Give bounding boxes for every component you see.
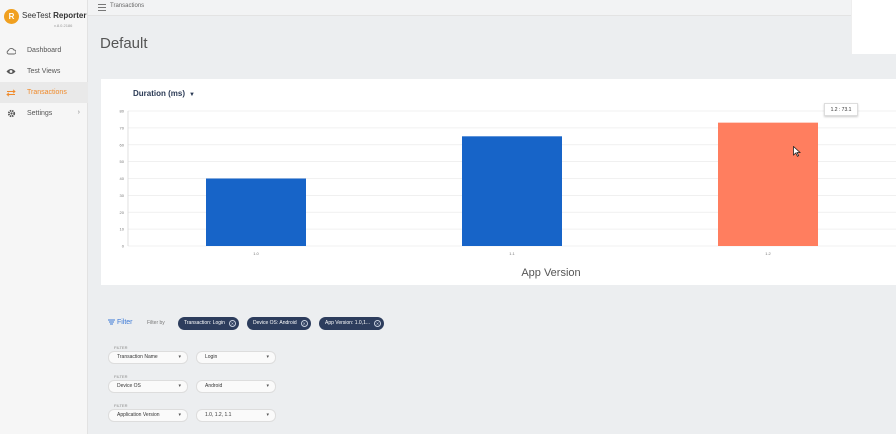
close-icon[interactable]: ✕: [228, 320, 236, 327]
y-tick-label: 40: [120, 176, 125, 181]
metric-label: Duration (ms): [133, 89, 185, 98]
y-tick-label: 0: [122, 244, 125, 249]
filter-field-select[interactable]: Device OS ▾: [108, 380, 188, 393]
breadcrumb: Transactions: [110, 3, 145, 9]
y-tick-label: 30: [120, 193, 125, 198]
y-tick-label: 20: [120, 210, 125, 215]
eye-icon: [6, 67, 16, 77]
chip-label: Transaction: Login: [184, 320, 225, 326]
mouse-cursor-icon: [793, 146, 801, 157]
sidebar-nav: Dashboard Test Views Transactions Settin…: [0, 40, 88, 124]
gear-icon: [6, 109, 16, 119]
filter-value-select[interactable]: Android ▾: [196, 380, 276, 393]
filter-field-select[interactable]: Application Version ▾: [108, 409, 188, 422]
blank-panel: [851, 0, 896, 54]
y-tick-label: 80: [120, 109, 125, 114]
y-tick-label: 70: [120, 125, 125, 130]
app-name: SeeTest Reporter: [22, 11, 86, 20]
chart-tooltip: 1.2 : 73.1: [824, 103, 858, 116]
filter-row-label: FILTER: [114, 345, 128, 350]
dropdown-caret-icon: ▾: [178, 383, 181, 389]
filter-field-select[interactable]: Transaction Name ▾: [108, 351, 188, 364]
select-value: Android: [205, 383, 223, 389]
select-value: Transaction Name: [117, 354, 158, 360]
sidebar-item-label: Transactions: [27, 89, 67, 96]
sidebar-item-dashboard[interactable]: Dashboard: [0, 40, 88, 61]
filter-chip-transaction[interactable]: Transaction: Login ✕: [178, 317, 239, 330]
dropdown-caret-icon: ▾: [266, 383, 269, 389]
filter-button-label: Filter: [116, 319, 133, 326]
dropdown-caret-icon: ▾: [178, 354, 181, 360]
x-tick-label: 1.1: [509, 251, 515, 256]
filter-value-select[interactable]: Login ▾: [196, 351, 276, 364]
transfer-arrows-icon: [6, 88, 16, 98]
dropdown-caret-icon: ▾: [266, 354, 269, 360]
x-tick-label: 1.2: [765, 251, 771, 256]
caret-down-icon: ▼: [189, 92, 195, 98]
sidebar-item-transactions[interactable]: Transactions: [0, 82, 88, 103]
close-icon[interactable]: ✕: [374, 320, 382, 327]
y-tick-label: 10: [120, 227, 125, 232]
select-value: 1.0, 1.2, 1.1: [205, 412, 232, 418]
sidebar-item-settings[interactable]: Settings ›: [0, 103, 88, 124]
sidebar-item-label: Settings: [27, 110, 53, 117]
bar: [718, 122, 818, 246]
select-value: Application Version: [117, 412, 160, 418]
select-value: Login: [205, 354, 218, 360]
chevron-right-icon: ›: [77, 109, 80, 116]
sidebar-item-label: Test Views: [27, 68, 61, 75]
metric-dropdown[interactable]: Duration (ms) ▼: [133, 89, 195, 98]
chip-label: Device OS: Android: [253, 320, 297, 326]
close-icon[interactable]: ✕: [300, 320, 308, 327]
filter-row-label: FILTER: [114, 374, 128, 379]
filter-button[interactable]: Filter: [108, 319, 133, 326]
filter-bar: Filter Filter by Transaction: Login ✕ De…: [108, 317, 508, 331]
top-bar: Transactions: [88, 0, 896, 16]
filter-row-label: FILTER: [114, 403, 128, 408]
x-axis-label: App Version: [521, 267, 580, 279]
bar: [206, 178, 306, 246]
chip-label: App Version: 1.0,1...: [325, 320, 371, 326]
sidebar-item-label: Dashboard: [27, 47, 62, 54]
logo-mark-icon: R: [4, 9, 19, 24]
select-value: Device OS: [117, 383, 141, 389]
bar-chart: 0 10 20 30 40 50 60 70 80 1.0 1.1 1.2 App Version: [120, 109, 896, 279]
app-name-bold: Reporter: [53, 11, 87, 20]
filter-by-label: Filter by: [147, 320, 165, 326]
dropdown-caret-icon: ▾: [178, 412, 181, 418]
sidebar: R SeeTest Reporter v.8.0.2186 Dashboard …: [0, 0, 88, 434]
filter-lines-icon: [108, 319, 115, 325]
page-title: Default: [100, 35, 148, 52]
app-name-light: SeeTest: [22, 11, 54, 20]
app-logo[interactable]: R SeeTest Reporter v.8.0.2186: [4, 8, 86, 34]
x-tick-label: 1.0: [253, 251, 259, 256]
menu-icon[interactable]: [98, 4, 106, 11]
y-tick-label: 60: [120, 142, 125, 147]
bar: [462, 136, 562, 246]
dropdown-caret-icon: ▾: [266, 412, 269, 418]
cloud-icon: [6, 46, 16, 56]
sidebar-item-test-views[interactable]: Test Views: [0, 61, 88, 82]
chart-card: 0 10 20 30 40 50 60 70 80 1.0 1.1 1.2 App Version Du…: [101, 79, 896, 285]
app-version: v.8.0.2186: [54, 23, 73, 28]
filter-chip-device-os[interactable]: Device OS: Android ✕: [247, 317, 311, 330]
filter-value-select[interactable]: 1.0, 1.2, 1.1 ▾: [196, 409, 276, 422]
y-tick-label: 50: [120, 159, 125, 164]
filter-chip-app-version[interactable]: App Version: 1.0,1... ✕: [319, 317, 385, 330]
